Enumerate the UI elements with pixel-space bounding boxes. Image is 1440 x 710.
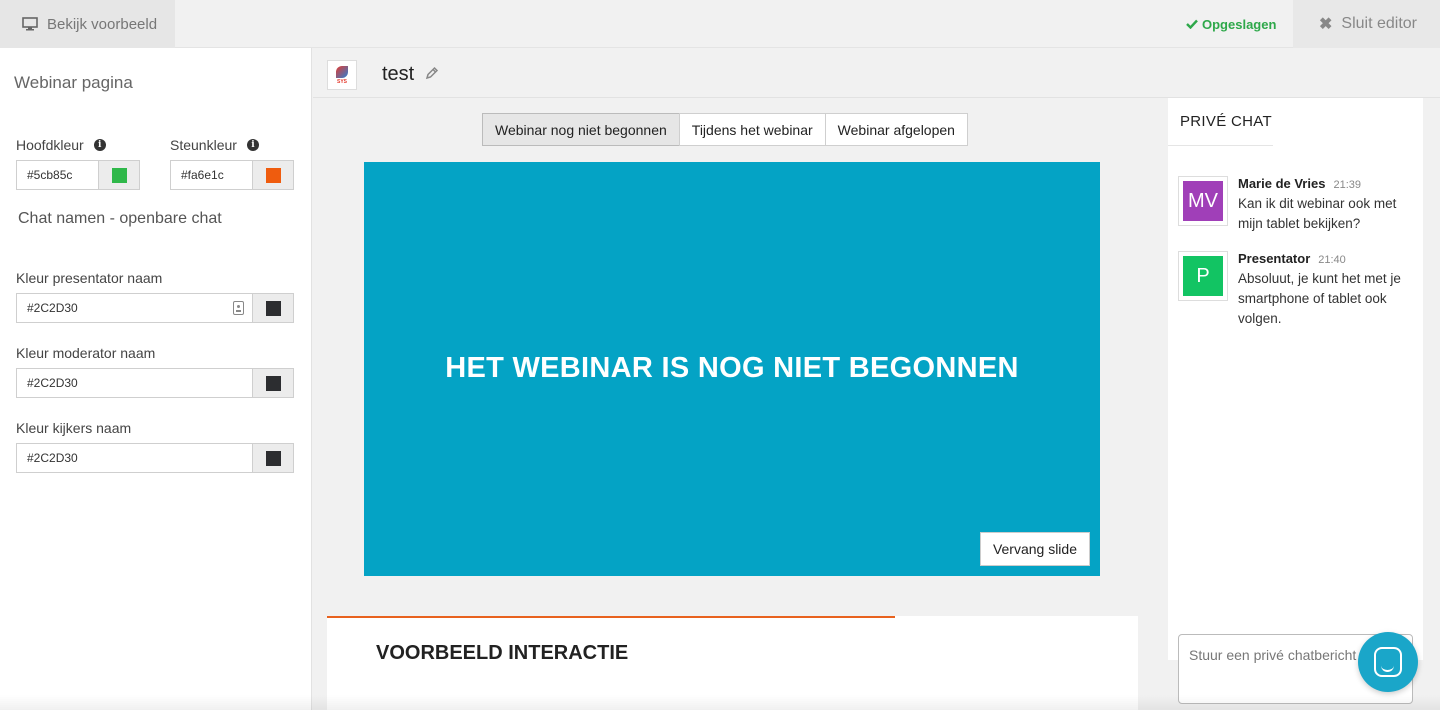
editor-area: SYS test Webinar nog niet begonnen Tijde…	[313, 48, 1440, 710]
tab-during-webinar[interactable]: Tijdens het webinar	[678, 113, 826, 146]
saved-label: Opgeslagen	[1202, 16, 1277, 32]
interaction-accent-bar	[327, 616, 895, 618]
moderator-color-field: #2C2D30	[16, 368, 294, 398]
tab-webinar-ended[interactable]: Webinar afgelopen	[824, 113, 968, 146]
info-icon[interactable]: i	[246, 139, 259, 151]
viewers-color-input[interactable]: #2C2D30	[17, 444, 253, 472]
monitor-icon	[22, 17, 38, 31]
author-name: Marie de Vries	[1238, 176, 1326, 191]
message-author: Marie de Vries 21:39	[1238, 176, 1361, 191]
accent-color-field: #fa6e1c	[170, 160, 294, 190]
main-color-picker[interactable]	[99, 161, 139, 189]
webinar-slide: HET WEBINAR IS NOG NIET BEGONNEN Vervang…	[364, 162, 1100, 576]
saved-status: Opgeslagen	[1186, 0, 1276, 48]
avatar: P	[1178, 251, 1228, 301]
chat-names-section-title: Chat namen - openbare chat	[18, 210, 222, 227]
presenter-color-value: #2C2D30	[27, 301, 78, 315]
pencil-icon[interactable]	[425, 66, 439, 80]
viewers-color-picker[interactable]	[253, 444, 293, 472]
avatar-initials: P	[1183, 256, 1223, 296]
page-title: test	[382, 63, 415, 85]
close-editor-label: Sluit editor	[1341, 15, 1417, 32]
interaction-title: VOORBEELD INTERACTIE	[376, 642, 629, 664]
message-text: Absoluut, je kunt het met je smartphone …	[1238, 271, 1401, 326]
support-chat-button[interactable]	[1358, 632, 1418, 692]
preview-button[interactable]: Bekijk voorbeeld	[0, 0, 175, 48]
private-chat-panel: PRIVÉ CHAT MV Marie de Vries 21:39 Kan ik…	[1168, 98, 1423, 660]
main-color-swatch	[111, 167, 127, 183]
accent-color-picker[interactable]	[253, 161, 293, 189]
settings-panel: Webinar pagina Hoofdkleur i #5cb85c Steu…	[0, 48, 312, 710]
top-bar: Bekijk voorbeeld Opgeslagen ✖ Sluit edit…	[0, 0, 1440, 48]
accent-color-label-text: Steunkleur	[170, 137, 237, 153]
author-name: Presentator	[1238, 251, 1311, 266]
accent-color-swatch	[265, 167, 281, 183]
bottom-shadow	[0, 695, 1440, 710]
presenter-color-label: Kleur presentator naam	[16, 270, 163, 286]
moderator-color-picker[interactable]	[253, 369, 293, 397]
accent-color-label: Steunkleur i	[170, 137, 259, 153]
presenter-color-field: #2C2D30	[16, 293, 294, 323]
chat-bubble-icon	[1374, 647, 1402, 677]
viewers-color-label: Kleur kijkers naam	[16, 420, 132, 436]
contact-card-icon[interactable]	[233, 301, 244, 315]
preview-label: Bekijk voorbeeld	[47, 15, 158, 33]
page-title-bar: SYS test	[313, 48, 1440, 98]
panel-title: Webinar pagina	[14, 73, 133, 92]
logo-text: SYS	[336, 78, 347, 85]
replace-slide-button[interactable]: Vervang slide	[979, 532, 1090, 566]
presenter-color-swatch	[265, 300, 281, 316]
close-editor-button[interactable]: ✖ Sluit editor	[1293, 0, 1440, 48]
message-time: 21:40	[1318, 254, 1346, 266]
moderator-color-input[interactable]: #2C2D30	[17, 369, 253, 397]
message-text: Kan ik dit webinar ook met mijn tablet b…	[1238, 196, 1397, 231]
viewers-color-swatch	[265, 450, 281, 466]
moderator-color-swatch	[265, 375, 281, 391]
message-author: Presentator 21:40	[1238, 251, 1346, 266]
check-icon	[1186, 19, 1198, 29]
tab-not-started[interactable]: Webinar nog niet begonnen	[482, 113, 680, 146]
avatar-initials: MV	[1183, 181, 1223, 221]
avatar: MV	[1178, 176, 1228, 226]
close-icon: ✖	[1319, 16, 1333, 33]
tab-private-chat[interactable]: PRIVÉ CHAT	[1168, 98, 1273, 146]
info-icon[interactable]: i	[93, 139, 106, 151]
logo-mark-icon	[336, 65, 348, 78]
slide-text: HET WEBINAR IS NOG NIET BEGONNEN	[445, 351, 1019, 384]
main-color-input[interactable]: #5cb85c	[17, 161, 99, 189]
main-color-label: Hoofdkleur i	[16, 137, 106, 153]
accent-color-input[interactable]: #fa6e1c	[171, 161, 253, 189]
webinar-state-tabs: Webinar nog niet begonnen Tijdens het we…	[482, 113, 968, 146]
presenter-color-picker[interactable]	[253, 294, 293, 322]
main-color-label-text: Hoofdkleur	[16, 137, 84, 153]
viewers-color-field: #2C2D30	[16, 443, 294, 473]
main-color-field: #5cb85c	[16, 160, 140, 190]
moderator-color-label: Kleur moderator naam	[16, 345, 156, 361]
message-time: 21:39	[1333, 179, 1361, 191]
company-logo: SYS	[327, 60, 357, 90]
presenter-color-input[interactable]: #2C2D30	[17, 294, 253, 322]
